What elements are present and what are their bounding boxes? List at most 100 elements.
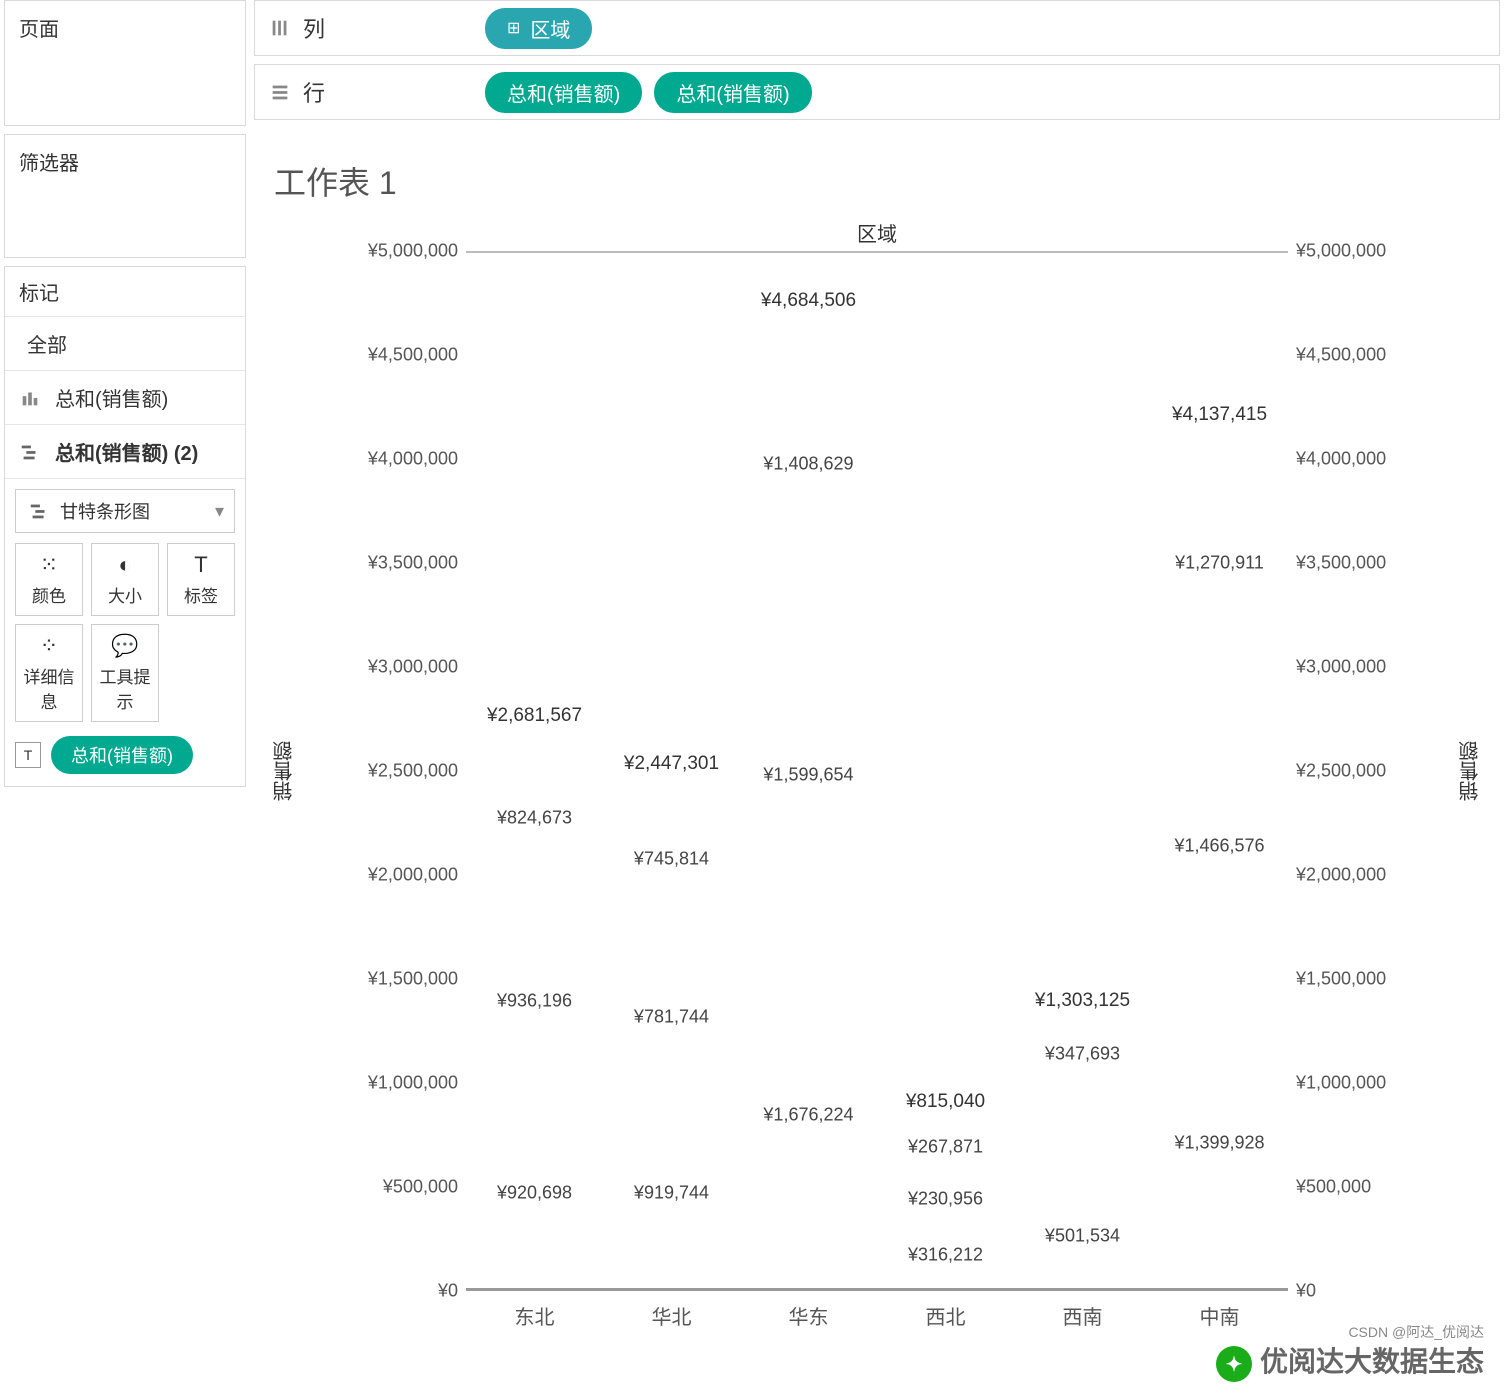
marks-header: 标记 (5, 267, 245, 317)
y-tick: ¥4,000,000 (1296, 449, 1386, 470)
segment-label: ¥347,693 (1045, 1044, 1120, 1065)
row-pill-a[interactable]: 总和(销售额) (485, 72, 642, 113)
columns-shelf[interactable]: 列 ⊞ 区域 (254, 0, 1500, 56)
segment-label: ¥936,196 (497, 990, 572, 1011)
y-tick: ¥2,000,000 (1296, 865, 1386, 886)
y-ticks-left: ¥0¥500,000¥1,000,000¥1,500,000¥2,000,000… (298, 251, 466, 1291)
y-tick: ¥4,500,000 (368, 345, 458, 366)
segment-label: ¥745,814 (634, 848, 709, 869)
x-label: 西南 (1014, 1291, 1151, 1351)
y-tick: ¥2,500,000 (1296, 761, 1386, 782)
segment-label: ¥781,744 (634, 1006, 709, 1027)
segment-label: ¥267,871 (908, 1137, 983, 1158)
columns-icon (269, 17, 291, 39)
x-label: 东北 (466, 1291, 603, 1351)
label-icon: T (172, 552, 230, 578)
y-tick: ¥3,000,000 (368, 657, 458, 678)
segment-label: ¥1,466,576 (1174, 836, 1264, 857)
segment-label: ¥501,534 (1045, 1226, 1120, 1247)
y-tick: ¥1,000,000 (1296, 1073, 1386, 1094)
y-tick: ¥0 (1296, 1281, 1316, 1302)
y-tick: ¥2,000,000 (368, 865, 458, 886)
color-button[interactable]: ⁙颜色 (15, 543, 83, 616)
bar-column[interactable]: ¥919,744 ¥781,744 ¥745,814 ¥2,447,301 (603, 253, 740, 1288)
gantt-type-icon (28, 500, 50, 522)
column-pill-region[interactable]: ⊞ 区域 (485, 8, 592, 49)
marks-card: 标记 全部 总和(销售额) 总和(销售额) (2) 甘特条形图 ▾ ⁙颜色 ◐大… (4, 266, 246, 787)
bar-column[interactable]: ¥920,698 ¥936,196 ¥824,673 ¥2,681,567 (466, 253, 603, 1288)
segment-label: ¥919,744 (634, 1182, 709, 1203)
y-axis-title-left: 销售额 (270, 741, 298, 801)
pages-shelf[interactable]: 页面 (4, 0, 246, 126)
y-tick: ¥0 (438, 1281, 458, 1302)
total-label: ¥4,137,415 (1172, 404, 1267, 426)
y-tick: ¥5,000,000 (1296, 241, 1386, 262)
y-tick: ¥3,500,000 (368, 553, 458, 574)
y-axis-title-right: 销售额 (1456, 741, 1484, 801)
row-pill-b[interactable]: 总和(销售额) (654, 72, 811, 113)
color-icon: ⁙ (20, 552, 78, 578)
y-tick: ¥2,500,000 (368, 761, 458, 782)
y-tick: ¥1,500,000 (368, 969, 458, 990)
watermark: ✦优阅达大数据生态 (1216, 1340, 1484, 1383)
columns-label: 列 (303, 12, 473, 44)
tooltip-icon: 💬 (96, 633, 154, 659)
text-icon: T (15, 742, 41, 768)
bar-column[interactable]: ¥1,399,928¥1,466,576¥1,270,911¥4,137,415 (1151, 253, 1288, 1288)
total-label: ¥815,040 (906, 1091, 985, 1113)
total-label: ¥2,447,301 (624, 753, 719, 775)
detail-button[interactable]: ⁘详细信息 (15, 624, 83, 722)
filters-label: 筛选器 (19, 153, 79, 175)
bar-icon (19, 387, 41, 409)
gantt-icon (19, 441, 41, 463)
size-icon: ◐ (96, 552, 154, 578)
label-button[interactable]: T标签 (167, 543, 235, 616)
bar-column[interactable]: ¥501,534 ¥347,693 ¥1,303,125 (1014, 253, 1151, 1288)
total-label: ¥4,684,506 (761, 290, 856, 312)
total-label: ¥1,303,125 (1035, 990, 1130, 1012)
marks-item-bar[interactable]: 总和(销售额) (5, 371, 245, 425)
wechat-icon: ✦ (1216, 1346, 1252, 1382)
size-button[interactable]: ◐大小 (91, 543, 159, 616)
x-axis-labels: 东北华北华东西北西南中南 (466, 1291, 1288, 1351)
rows-shelf[interactable]: 行 总和(销售额) 总和(销售额) (254, 64, 1500, 120)
x-label: 华北 (603, 1291, 740, 1351)
filters-shelf[interactable]: 筛选器 (4, 134, 246, 258)
chevron-down-icon: ▾ (215, 501, 224, 522)
detail-icon: ⁘ (20, 633, 78, 659)
segment-label: ¥1,408,629 (763, 454, 853, 475)
marks-all[interactable]: 全部 (5, 317, 245, 371)
y-tick: ¥4,500,000 (1296, 345, 1386, 366)
rows-icon (269, 81, 291, 103)
x-label: 华东 (740, 1291, 877, 1351)
segment-label: ¥824,673 (497, 808, 572, 829)
bar-column[interactable]: ¥316,212 ¥230,956 ¥267,871 ¥815,040 (877, 253, 1014, 1288)
x-label: 西北 (877, 1291, 1014, 1351)
label-pill-row[interactable]: T 总和(销售额) (15, 736, 193, 774)
segment-label: ¥1,599,654 (763, 765, 853, 786)
total-label: ¥2,681,567 (487, 705, 582, 727)
segment-label: ¥1,676,224 (763, 1104, 853, 1125)
chart-area: 工作表 1 区域 销售额 ¥0¥500,000¥1,000,000¥1,500,… (250, 134, 1504, 1396)
segment-label: ¥230,956 (908, 1188, 983, 1209)
y-tick: ¥4,000,000 (368, 449, 458, 470)
y-tick: ¥1,500,000 (1296, 969, 1386, 990)
y-tick: ¥5,000,000 (368, 241, 458, 262)
plot[interactable]: ¥920,698 ¥936,196 ¥824,673 ¥2,681,567 ¥919,7… (466, 251, 1288, 1291)
mark-type-select[interactable]: 甘特条形图 ▾ (15, 489, 235, 533)
y-tick: ¥3,500,000 (1296, 553, 1386, 574)
plus-icon: ⊞ (507, 18, 520, 38)
segment-label: ¥920,698 (497, 1182, 572, 1203)
segment-label: ¥1,399,928 (1174, 1133, 1264, 1154)
label-pill[interactable]: 总和(销售额) (51, 736, 193, 774)
segment-label: ¥316,212 (908, 1245, 983, 1266)
sheet-title: 工作表 1 (274, 158, 1484, 204)
marks-item-gantt[interactable]: 总和(销售额) (2) (5, 425, 245, 479)
y-tick: ¥500,000 (1296, 1177, 1371, 1198)
y-tick: ¥500,000 (383, 1177, 458, 1198)
tooltip-button[interactable]: 💬工具提示 (91, 624, 159, 722)
y-ticks-right: ¥0¥500,000¥1,000,000¥1,500,000¥2,000,000… (1288, 251, 1456, 1291)
bar-column[interactable]: ¥1,676,224 ¥1,599,654 ¥1,408,629 ¥4,684,506 (740, 253, 877, 1288)
pages-label: 页面 (19, 19, 59, 41)
y-tick: ¥1,000,000 (368, 1073, 458, 1094)
